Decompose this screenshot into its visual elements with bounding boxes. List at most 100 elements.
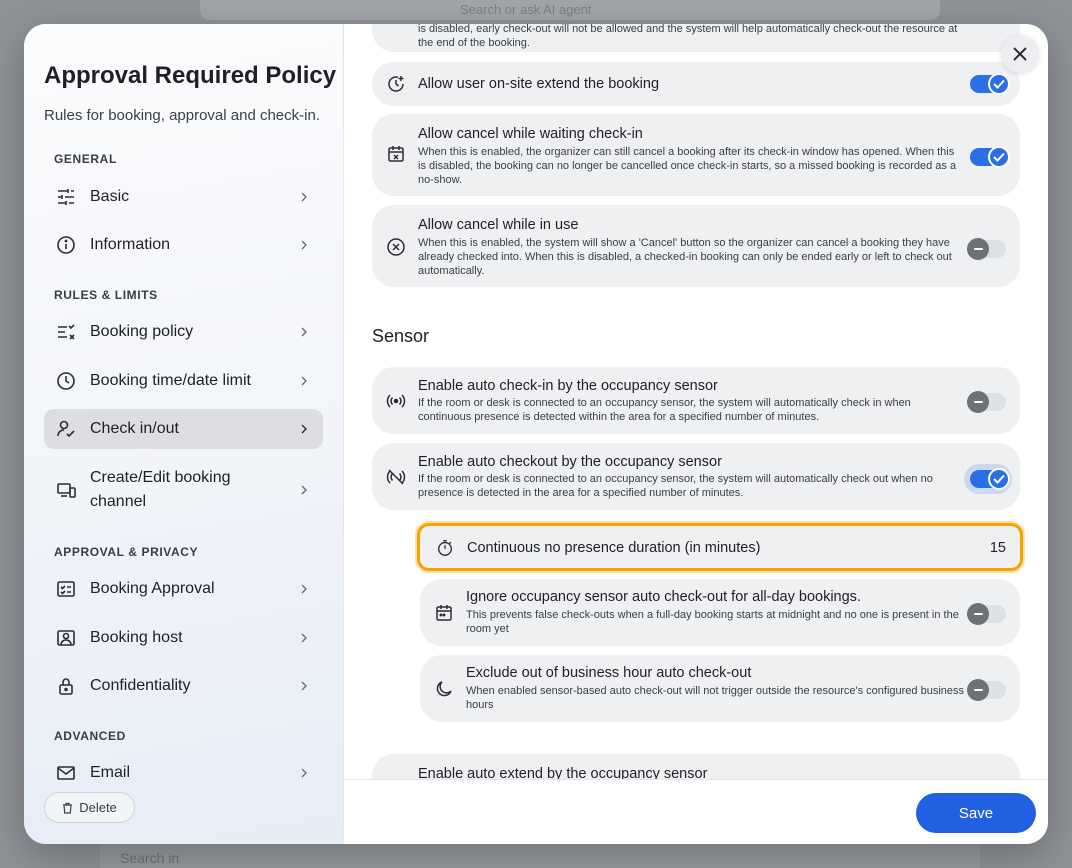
sensor-checkout-toggle[interactable] <box>970 468 1010 490</box>
sidebar-item-booking-time-limit[interactable]: Booking time/date limit <box>44 361 323 401</box>
duration-value[interactable]: 15 <box>990 540 1006 556</box>
setting-title: Enable auto extend by the occupancy sens… <box>418 766 708 779</box>
sidebar-item-label: Email <box>90 764 131 781</box>
page-title: Approval Required Policy <box>44 62 337 89</box>
approval-icon <box>55 578 77 600</box>
sidebar-item-check-in-out[interactable]: Check in/out <box>44 409 323 449</box>
chevron-right-icon <box>299 584 309 594</box>
info-icon <box>55 234 77 256</box>
setting-title: Allow cancel while waiting check-in <box>418 126 643 142</box>
sensor-checkin-toggle[interactable] <box>967 391 1006 413</box>
chevron-right-icon <box>299 633 309 643</box>
moon-icon <box>434 679 454 699</box>
sidebar-item-label: Create/Edit booking channel <box>90 469 231 510</box>
no-presence-duration-field[interactable]: Continuous no presence duration (in minu… <box>417 523 1023 571</box>
chevron-right-icon <box>299 485 309 495</box>
sidebar-item-confidentiality[interactable]: Confidentiality <box>44 666 323 706</box>
setting-description: is disabled, early check-out will not be… <box>418 24 958 49</box>
sidebar-item-booking-policy[interactable]: Booking policy <box>44 312 323 352</box>
chevron-right-icon <box>299 681 309 691</box>
sidebar-item-information[interactable]: Information <box>44 225 323 265</box>
sidebar-item-label: Basic <box>90 188 130 205</box>
clock-plus-icon <box>386 74 406 94</box>
sensor-off-icon <box>386 467 406 487</box>
sidebar-item-label: Booking time/date limit <box>90 372 251 389</box>
settings-content[interactable]: is disabled, early check-out will not be… <box>344 24 1048 779</box>
section-label-advanced: ADVANCED <box>54 729 126 743</box>
sidebar-item-booking-channel[interactable]: Create/Edit booking channel <box>44 460 323 520</box>
sidebar-item-email[interactable]: Email <box>44 753 323 793</box>
background-search-text: Search or ask AI agent <box>460 2 592 17</box>
setting-description: When this is enabled, the organizer can … <box>418 146 957 186</box>
setting-description: This prevents false check-outs when a fu… <box>466 609 959 635</box>
setting-title: Exclude out of business hour auto check-… <box>466 665 752 681</box>
setting-title: Enable auto checkout by the occupancy se… <box>418 454 722 470</box>
section-label-rules: RULES & LIMITS <box>54 288 158 302</box>
check-icon <box>988 146 1010 168</box>
chevron-right-icon <box>299 192 309 202</box>
sidebar-item-label: Booking Approval <box>90 580 215 597</box>
setting-onsite-extend: Allow user on-site extend the booking <box>372 62 1020 106</box>
onsite-extend-toggle[interactable] <box>970 73 1010 95</box>
mail-icon <box>55 762 77 784</box>
cancel-waiting-toggle[interactable] <box>970 146 1010 168</box>
lock-icon <box>55 675 77 697</box>
stopwatch-icon <box>436 539 454 557</box>
circle-x-icon <box>386 237 406 257</box>
setting-title: Enable auto check-in by the occupancy se… <box>418 378 718 394</box>
close-button[interactable] <box>1001 35 1039 73</box>
delete-button[interactable]: Delete <box>44 792 135 823</box>
close-icon <box>1012 46 1028 62</box>
sidebar-item-booking-approval[interactable]: Booking Approval <box>44 569 323 609</box>
background-bottom-bar <box>100 844 980 868</box>
cancel-in-use-toggle[interactable] <box>967 238 1006 260</box>
background-bottom-text: Search in <box>120 850 180 866</box>
sensor-signal-icon <box>386 391 406 411</box>
duration-label: Continuous no presence duration (in minu… <box>467 540 761 556</box>
section-label-general: GENERAL <box>54 152 117 166</box>
chevron-right-icon <box>299 240 309 250</box>
policy-modal: Approval Required Policy Rules for booki… <box>24 24 1048 844</box>
chevron-right-icon <box>299 768 309 778</box>
delete-label: Delete <box>79 800 117 815</box>
sidebar-item-label: Booking policy <box>90 323 194 340</box>
setting-sensor-checkin: Enable auto check-in by the occupancy se… <box>372 367 1020 434</box>
sidebar-item-label: Check in/out <box>90 420 179 437</box>
setting-cancel-waiting: Allow cancel while waiting check-in When… <box>372 114 1020 196</box>
setting-title: Allow user on-site extend the booking <box>418 76 660 92</box>
sliders-icon <box>55 186 77 208</box>
sidebar-item-label: Confidentiality <box>90 677 191 694</box>
setting-description: If the room or desk is connected to an o… <box>418 397 911 423</box>
calendar-icon <box>434 603 454 623</box>
check-icon <box>988 468 1010 490</box>
save-button[interactable]: Save <box>916 793 1036 833</box>
setting-ignore-all-day: Ignore occupancy sensor auto check-out f… <box>420 579 1020 646</box>
sensor-section-heading: Sensor <box>372 326 430 346</box>
setting-title: Ignore occupancy sensor auto check-out f… <box>466 589 861 605</box>
page-subtitle: Rules for booking, approval and check-in… <box>44 107 320 124</box>
calendar-x-icon <box>386 144 406 164</box>
section-label-approval: APPROVAL & PRIVACY <box>54 545 199 559</box>
setting-cancel-in-use: Allow cancel while in use When this is e… <box>372 205 1020 287</box>
devices-icon <box>55 479 77 501</box>
sidebar-item-label: Booking host <box>90 629 183 646</box>
sidebar: Approval Required Policy Rules for booki… <box>24 24 344 844</box>
exclude-business-hours-toggle[interactable] <box>967 679 1006 701</box>
partial-setting-card: is disabled, early check-out will not be… <box>372 24 1020 52</box>
clock-icon <box>55 370 77 392</box>
chevron-right-icon <box>299 424 309 434</box>
modal-footer: Save <box>344 779 1048 844</box>
host-icon <box>55 627 77 649</box>
setting-title: Allow cancel while in use <box>418 217 579 233</box>
sidebar-item-booking-host[interactable]: Booking host <box>44 618 323 658</box>
setting-sensor-checkout: Enable auto checkout by the occupancy se… <box>372 443 1020 510</box>
user-check-icon <box>55 418 77 440</box>
setting-sensor-auto-extend: Enable auto extend by the occupancy sens… <box>372 754 1020 779</box>
list-check-icon <box>55 321 77 343</box>
chevron-right-icon <box>299 327 309 337</box>
setting-description: When enabled sensor-based auto check-out… <box>466 685 964 711</box>
check-icon <box>988 73 1010 95</box>
setting-description: When this is enabled, the system will sh… <box>418 237 952 277</box>
ignore-all-day-toggle[interactable] <box>967 603 1006 625</box>
sidebar-item-basic[interactable]: Basic <box>44 177 323 217</box>
